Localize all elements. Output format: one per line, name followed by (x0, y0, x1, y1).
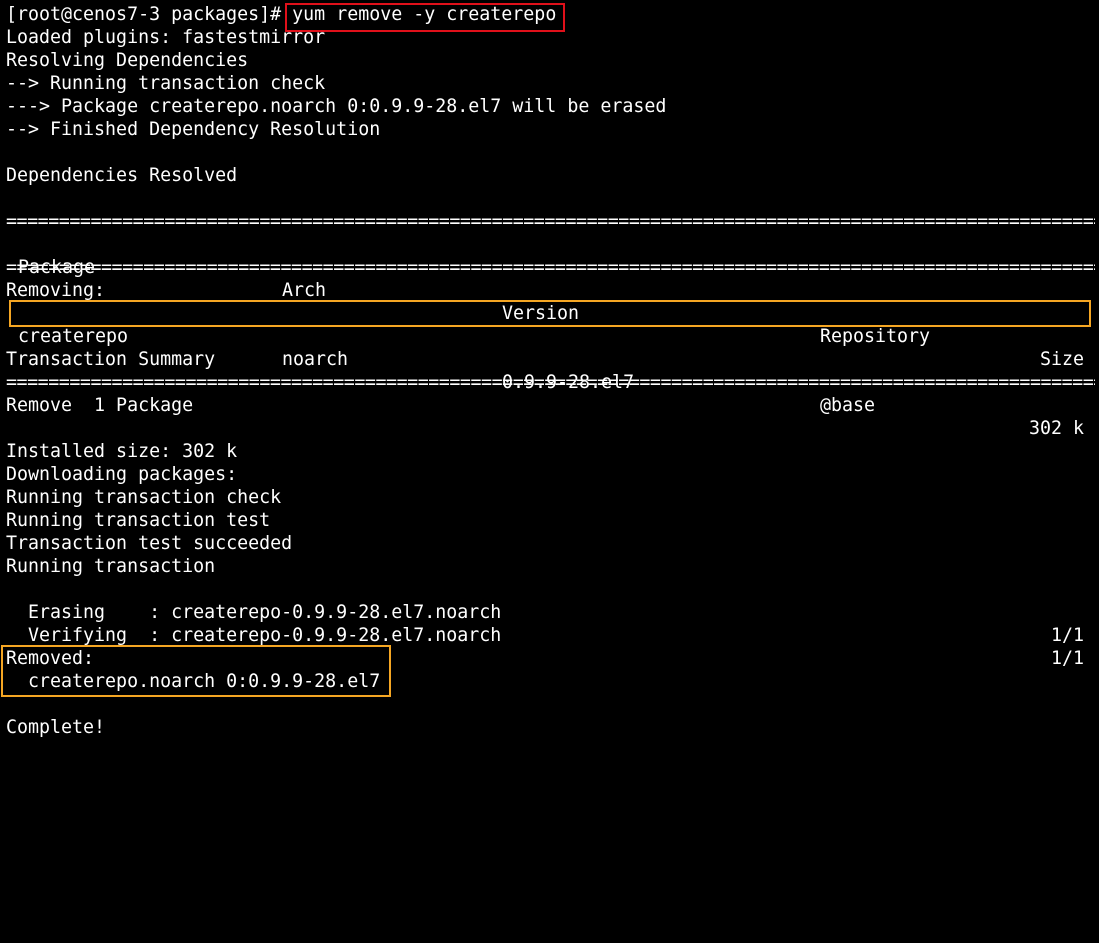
output-line: Resolving Dependencies (6, 50, 249, 71)
output-line: Running transaction test (6, 510, 271, 531)
row-repository: @base (820, 395, 876, 416)
command-highlight-box (285, 3, 565, 32)
removing-label: Removing: (6, 280, 106, 301)
row-package: createrepo (18, 326, 129, 347)
terminal-window[interactable]: [root@cenos7-3 packages]# yum remove -y … (0, 0, 1099, 743)
output-line: Running transaction (6, 556, 216, 577)
output-line: --> Finished Dependency Resolution (6, 119, 381, 140)
output-line: Running transaction check (6, 487, 282, 508)
output-line: Dependencies Resolved (6, 165, 238, 186)
header-size: Size (1040, 349, 1085, 370)
separator-line: ========================================… (6, 211, 1095, 232)
separator-line: ========================================… (6, 257, 1095, 278)
verifying-progress: 1/1 (1051, 648, 1085, 669)
row-arch: noarch (282, 349, 349, 370)
verifying-label: Verifying : createrepo-0.9.9-28.el7.noar… (6, 625, 502, 646)
header-repository: Repository (820, 326, 931, 347)
verifying-line: Verifying : createrepo-0.9.9-28.el7.noar… (6, 601, 1086, 669)
complete-message: Complete! (6, 717, 106, 738)
output-line: Downloading packages: (6, 464, 238, 485)
table-header-row: Package Arch Version Repository Size (6, 233, 1086, 370)
header-arch: Arch (282, 280, 327, 301)
remove-count: Remove 1 Package (6, 395, 194, 416)
erasing-line: Erasing : createrepo-0.9.9-28.el7.noarch… (6, 578, 1086, 646)
output-line: Transaction test succeeded (6, 533, 293, 554)
separator-line: ========================================… (6, 372, 1095, 393)
output-line: ---> Package createrepo.noarch 0:0.9.9-2… (6, 96, 667, 117)
shell-prompt: [root@cenos7-3 packages]# (6, 4, 293, 25)
output-line: --> Running transaction check (6, 73, 326, 94)
installed-size: Installed size: 302 k (6, 441, 238, 462)
row-size: 302 k (1029, 418, 1085, 439)
erasing-progress: 1/1 (1051, 625, 1085, 646)
package-row-highlight-box (9, 300, 1091, 327)
transaction-summary-label: Transaction Summary (6, 349, 216, 370)
output-line: Loaded plugins: fastestmirror (6, 27, 326, 48)
removed-highlight-box (1, 645, 391, 697)
